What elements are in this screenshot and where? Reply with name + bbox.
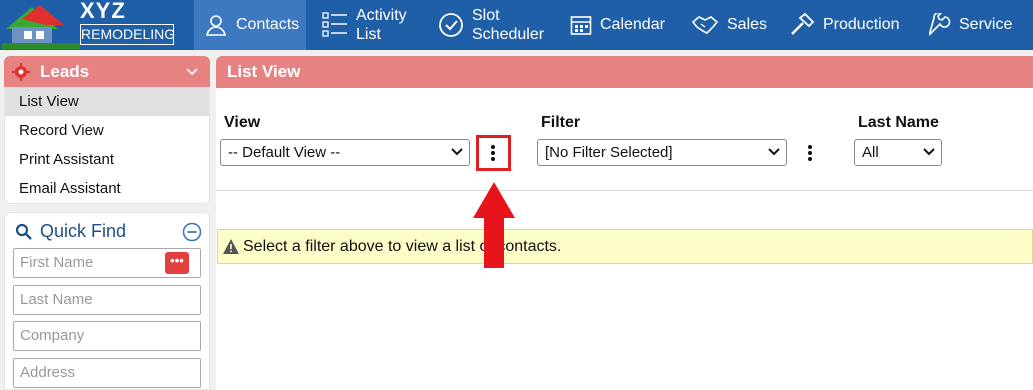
logo-house-icon <box>2 5 80 49</box>
leads-item-record-view[interactable]: Record View <box>5 116 209 145</box>
collapse-icon[interactable] <box>182 222 202 242</box>
leads-header[interactable]: Leads <box>4 56 210 87</box>
leads-item-email-assistant[interactable]: Email Assistant <box>5 174 209 203</box>
nav-activity-list[interactable]: Activity List <box>322 0 422 50</box>
nav-label: Slot Scheduler <box>472 7 545 43</box>
info-alert: Select a filter above to view a list of … <box>217 229 1033 264</box>
hammer-icon <box>791 12 815 35</box>
nav-label: Production <box>823 16 900 33</box>
view-label: View <box>224 114 261 131</box>
chevron-down-icon <box>768 148 780 156</box>
nav-label: Calendar <box>600 16 665 33</box>
leads-item-list-view[interactable]: List View <box>5 87 209 116</box>
logo[interactable]: XYZ REMODELING <box>0 0 178 50</box>
divider <box>216 190 1033 191</box>
quick-find-title: Quick Find <box>15 221 126 242</box>
view-select-value: -- Default View -- <box>228 144 341 161</box>
calendar-icon <box>570 16 592 35</box>
filter-label: Filter <box>541 114 581 131</box>
gear-icon <box>12 62 30 81</box>
wrench-icon <box>929 13 951 36</box>
person-icon <box>206 15 226 36</box>
nav-service[interactable]: Service <box>927 0 1027 50</box>
filter-options-kebab-icon[interactable] <box>807 142 813 164</box>
leads-menu: List View Record View Print Assistant Em… <box>4 87 210 204</box>
main-panel <box>216 56 1033 390</box>
quick-find-panel: Quick Find First Name ••• Last Name Comp… <box>4 212 210 390</box>
nav-production[interactable]: Production <box>789 0 909 50</box>
address-field[interactable]: Address <box>13 358 201 388</box>
logo-subtitle: REMODELING <box>80 24 175 45</box>
last-name-select-value: All <box>862 144 879 161</box>
search-icon <box>15 223 32 240</box>
nav-label: Contacts <box>236 16 300 33</box>
filter-select-value: [No Filter Selected] <box>545 144 673 161</box>
leads-title: Leads <box>40 61 90 81</box>
nav-label: Service <box>959 16 1013 33</box>
logo-title: XYZ <box>80 0 126 23</box>
nav-sales[interactable]: Sales <box>691 0 771 50</box>
chevron-down-icon <box>923 148 935 156</box>
nav-calendar[interactable]: Calendar <box>570 0 670 50</box>
nav-contacts[interactable]: Contacts <box>194 0 306 50</box>
nav-label: Activity List <box>356 7 407 43</box>
nav-slot-scheduler[interactable]: Slot Scheduler <box>438 0 553 50</box>
last-name-label: Last Name <box>858 114 939 131</box>
view-select[interactable]: -- Default View -- <box>220 139 470 166</box>
check-circle-icon <box>439 13 463 37</box>
view-options-kebab-icon[interactable] <box>490 142 496 164</box>
company-field[interactable]: Company <box>13 321 201 351</box>
filter-select[interactable]: [No Filter Selected] <box>537 139 787 166</box>
page-title: List View <box>216 56 1033 88</box>
last-name-select[interactable]: All <box>854 139 942 166</box>
warning-icon <box>223 239 239 254</box>
leads-item-print-assistant[interactable]: Print Assistant <box>5 145 209 174</box>
chevron-down-icon[interactable] <box>186 68 198 76</box>
chevron-down-icon <box>451 148 463 156</box>
handshake-icon <box>691 16 719 34</box>
last-name-field[interactable]: Last Name <box>13 285 201 315</box>
red-arrow-annotation <box>473 182 515 268</box>
password-manager-icon[interactable]: ••• <box>165 252 189 274</box>
nav-label: Sales <box>727 16 768 33</box>
checklist-icon <box>322 12 347 37</box>
